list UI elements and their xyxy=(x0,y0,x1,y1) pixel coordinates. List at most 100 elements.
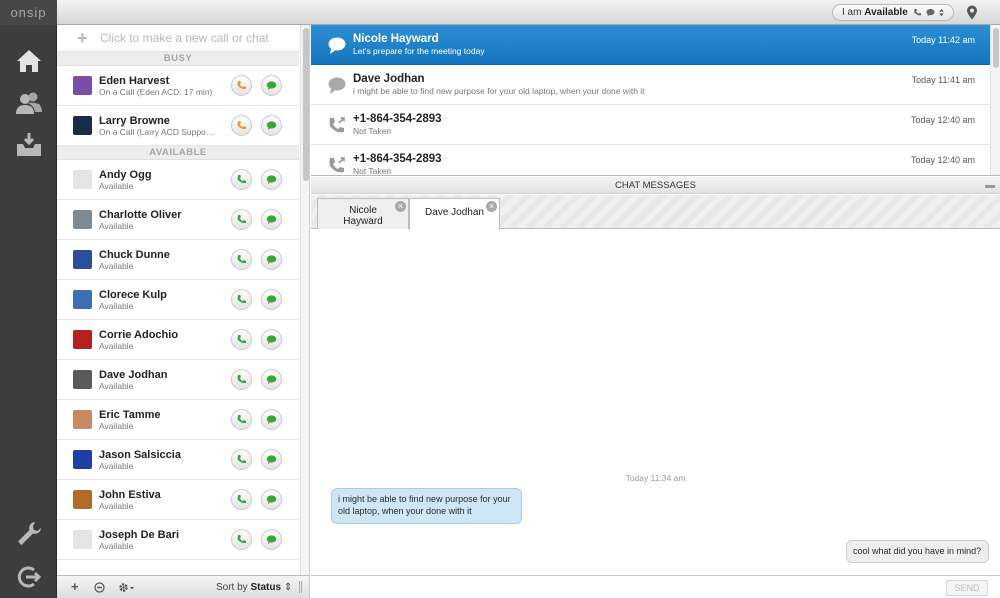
chat-button[interactable] xyxy=(261,409,282,430)
call-button[interactable] xyxy=(231,75,252,96)
contact-row[interactable]: Larry Browne On a Call (Larry ACD Suppo… xyxy=(57,106,299,146)
contact-name: Joseph De Bari xyxy=(99,529,180,541)
phone-icon xyxy=(914,8,922,16)
incoming-message: i might be able to find new purpose for … xyxy=(331,488,522,524)
activity-time: Today 12:40 am xyxy=(910,115,975,125)
avatar xyxy=(73,490,92,509)
close-tab-icon[interactable]: × xyxy=(395,201,406,212)
call-button[interactable] xyxy=(231,489,252,510)
chat-button[interactable] xyxy=(261,75,282,96)
contact-name: Dave Jodhan xyxy=(99,369,168,381)
activity-row[interactable]: +1-864-354-2893 Not Taken Today 12:40 am xyxy=(311,105,990,145)
contact-status: Available xyxy=(99,301,134,311)
send-button[interactable]: SEND xyxy=(946,580,988,596)
avatar xyxy=(73,250,92,269)
contact-row[interactable]: Andy Ogg Available xyxy=(57,160,299,200)
outgoing-message: cool what did you have in mind? xyxy=(846,540,989,563)
call-button[interactable] xyxy=(231,409,252,430)
tab-label: Nicole Hayward xyxy=(343,205,383,227)
remove-contact-button[interactable] xyxy=(94,582,105,593)
chat-button[interactable] xyxy=(261,369,282,390)
chat-button[interactable] xyxy=(261,529,282,550)
activity-title: +1-864-354-2893 xyxy=(353,153,442,165)
new-call-input[interactable]: + Click to make a new call or chat xyxy=(57,25,309,52)
gear-icon[interactable] xyxy=(117,581,135,594)
call-button[interactable] xyxy=(231,249,252,270)
contact-status: Available xyxy=(99,541,134,551)
tab-label: Dave Jodhan xyxy=(425,207,484,218)
chat-button[interactable] xyxy=(261,289,282,310)
activity-time: Today 11:42 am xyxy=(911,35,975,45)
updown-chevron-icon xyxy=(939,8,944,17)
message-compose-bar[interactable]: SEND xyxy=(311,575,1000,598)
chat-conversation: Today 11:34 am i might be able to find n… xyxy=(311,230,1000,575)
contacts-toolbar: + Sort by Status ⇕ xyxy=(57,575,310,598)
contact-name: Charlotte Oliver xyxy=(99,209,182,221)
contact-row[interactable]: Dave Jodhan Available xyxy=(57,360,299,400)
chat-button[interactable] xyxy=(261,449,282,470)
call-button[interactable] xyxy=(231,329,252,350)
contact-row[interactable]: Chuck Dunne Available xyxy=(57,240,299,280)
contact-row[interactable]: Charlotte Oliver Available xyxy=(57,200,299,240)
contact-name: Chuck Dunne xyxy=(99,249,170,261)
contact-row[interactable]: Corrie Adochio Available xyxy=(57,320,299,360)
call-button[interactable] xyxy=(231,169,252,190)
chat-button[interactable] xyxy=(261,209,282,230)
call-button[interactable] xyxy=(231,115,252,136)
call-button[interactable] xyxy=(231,209,252,230)
missed-call-icon xyxy=(329,117,345,133)
wrench-icon[interactable] xyxy=(14,519,44,549)
call-button[interactable] xyxy=(231,529,252,550)
logout-icon[interactable] xyxy=(14,562,44,592)
activity-row[interactable]: Nicole Hayward Let's prepare for the mee… xyxy=(311,25,990,65)
call-button[interactable] xyxy=(231,369,252,390)
close-tab-icon[interactable]: × xyxy=(486,201,497,212)
contacts-scrollbar[interactable] xyxy=(300,25,309,575)
activity-row[interactable]: +1-864-354-2893 Not Taken Today 12:40 am xyxy=(311,145,990,176)
sort-selector[interactable]: Sort by Status ⇕ xyxy=(216,582,292,593)
contact-row[interactable]: Joseph De Bari Available xyxy=(57,520,299,560)
activity-scrollbar[interactable] xyxy=(990,25,1000,175)
brand-logo: onsip xyxy=(0,0,57,25)
home-icon[interactable] xyxy=(14,46,44,76)
resize-handle[interactable] xyxy=(299,581,302,593)
activity-row[interactable]: Dave Jodhan i might be able to find new … xyxy=(311,65,990,105)
sort-value: Status xyxy=(250,582,282,593)
inbox-icon[interactable] xyxy=(14,130,44,160)
call-button[interactable] xyxy=(231,289,252,310)
location-pin-icon[interactable] xyxy=(966,5,978,20)
contact-name: Corrie Adochio xyxy=(99,329,179,341)
contact-status: Available xyxy=(99,421,134,431)
call-button[interactable] xyxy=(231,449,252,470)
chat-button[interactable] xyxy=(261,489,282,510)
contact-name: Eden Harvest xyxy=(99,75,170,87)
chat-button[interactable] xyxy=(261,329,282,350)
tab-nicole-hayward[interactable]: Nicole Hayward × xyxy=(317,198,409,229)
contact-row[interactable]: John Estiva Available xyxy=(57,480,299,520)
contacts-icon[interactable] xyxy=(14,89,44,119)
chat-tab-bar: Nicole Hayward × Dave Jodhan × xyxy=(311,195,1000,230)
contact-name: Andy Ogg xyxy=(99,169,152,181)
contact-status: Available xyxy=(99,261,134,271)
avatar xyxy=(73,210,92,229)
contact-row[interactable]: Eden Harvest On a Call (Eden ACD: 17 min… xyxy=(57,66,299,106)
updown-chevron-icon: ⇕ xyxy=(283,582,293,593)
minimize-icon[interactable] xyxy=(985,185,995,188)
tab-dave-jodhan[interactable]: Dave Jodhan × xyxy=(409,198,500,230)
chat-button[interactable] xyxy=(261,115,282,136)
contact-row[interactable]: Clorece Kulp Available xyxy=(57,280,299,320)
contacts-scroll-thumb[interactable] xyxy=(303,28,309,181)
chat-button[interactable] xyxy=(261,249,282,270)
avatar xyxy=(73,290,92,309)
avatar xyxy=(73,410,92,429)
status-selector[interactable]: I am Available xyxy=(832,4,954,21)
contact-status: On a Call (Eden ACD: 17 min) xyxy=(99,87,213,97)
add-contact-button[interactable]: + xyxy=(71,580,79,594)
activity-scroll-thumb[interactable] xyxy=(993,28,999,68)
chat-button[interactable] xyxy=(261,169,282,190)
contact-row[interactable]: Eric Tamme Available xyxy=(57,400,299,440)
contact-row[interactable]: Jason Salsiccia Available xyxy=(57,440,299,480)
contact-name: John Estiva xyxy=(99,489,161,501)
activity-subtitle: Not Taken xyxy=(353,166,392,176)
contact-status: On a Call (Larry ACD Suppo… xyxy=(99,127,214,137)
